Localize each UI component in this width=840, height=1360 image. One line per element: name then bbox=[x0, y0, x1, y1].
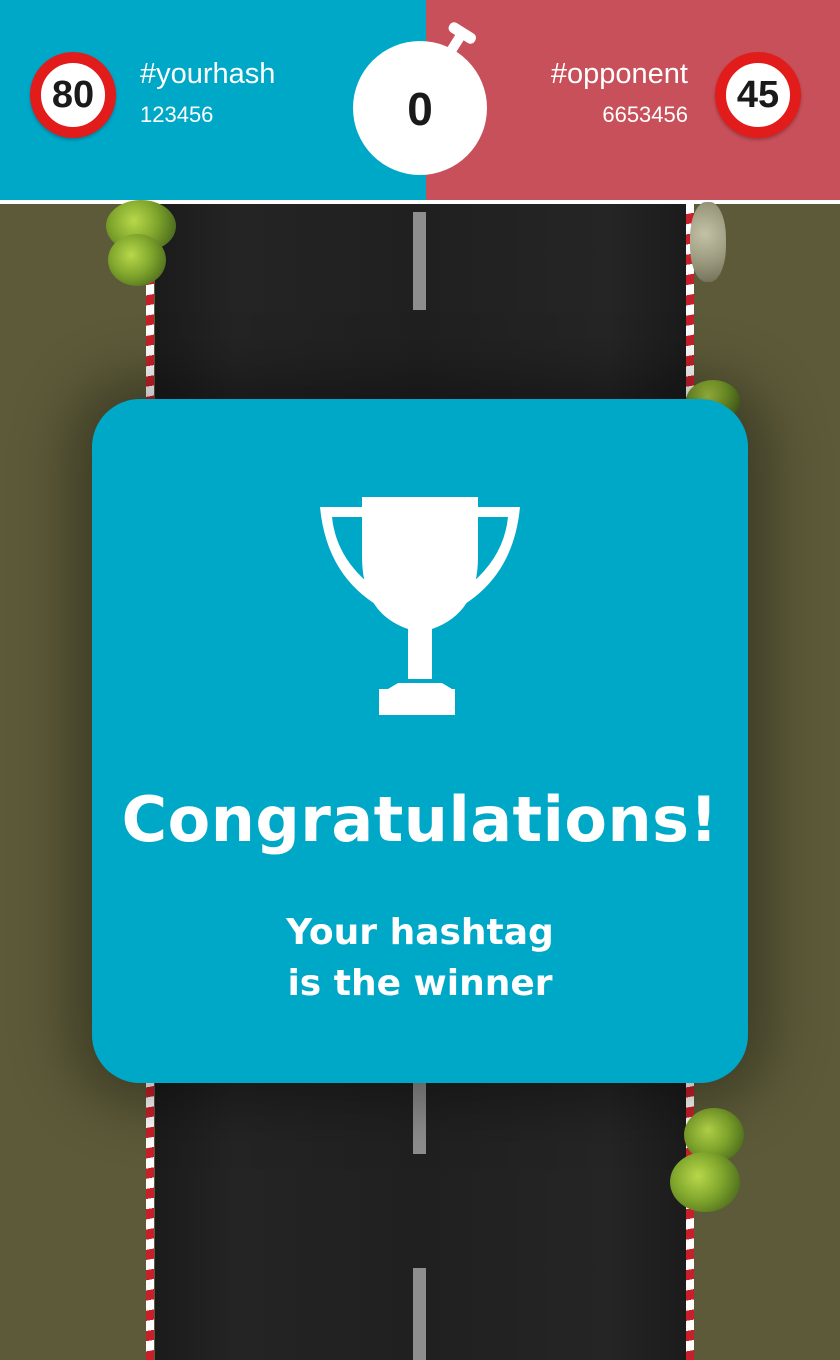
opponent-hashtag: #opponent bbox=[550, 58, 688, 90]
opponent-hashtag-count: 6653456 bbox=[602, 102, 688, 127]
opponent-speed-value: 45 bbox=[736, 73, 780, 116]
bush-icon bbox=[670, 1152, 740, 1212]
congratulations-title: Congratulations! bbox=[121, 783, 719, 856]
lane-marking bbox=[413, 212, 426, 310]
your-hashtag: #yourhash bbox=[140, 58, 276, 90]
your-speed-value: 80 bbox=[51, 73, 95, 116]
winner-message-line-2: is the winner bbox=[287, 963, 553, 1004]
lane-marking bbox=[413, 1080, 426, 1154]
trophy-icon bbox=[320, 497, 520, 715]
bush-icon bbox=[108, 234, 166, 286]
your-hashtag-count: 123456 bbox=[140, 102, 214, 127]
scoreboard-header: 80 #yourhash 123456 0 #opponent 6653456 … bbox=[0, 0, 840, 200]
stopwatch-icon: 0 bbox=[353, 20, 487, 180]
timer-value: 0 bbox=[407, 83, 433, 135]
opponent-speed-sign-icon: 45 bbox=[715, 52, 801, 138]
your-speed-sign-icon: 80 bbox=[30, 52, 116, 138]
winner-card: Congratulations! Your hashtag is the win… bbox=[92, 399, 748, 1083]
winner-message-line-1: Your hashtag bbox=[286, 912, 554, 953]
lane-marking bbox=[413, 1268, 426, 1360]
rock-icon bbox=[690, 202, 726, 282]
